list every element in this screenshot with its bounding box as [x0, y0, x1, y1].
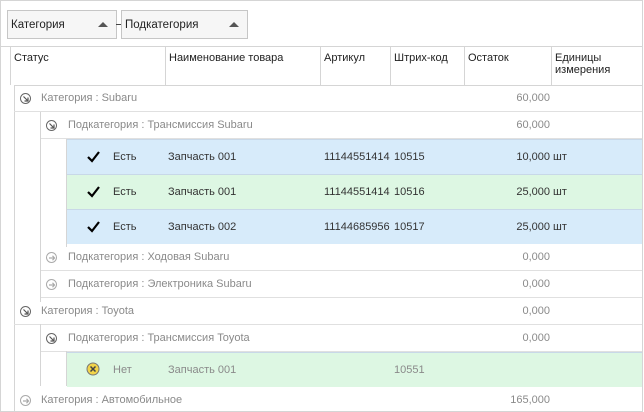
group-indent-line [66, 351, 67, 386]
collapse-icon[interactable] [20, 306, 31, 317]
collapse-icon[interactable] [46, 120, 57, 131]
group-field-label: Подкатегория [125, 19, 199, 31]
group-by-panel: Категория Подкатегория [0, 0, 643, 46]
cell-name: Запчасть 002 [168, 221, 237, 233]
cell-status: Есть [113, 151, 137, 163]
check-icon [86, 219, 102, 238]
column-header-label: Наименование товара [169, 52, 284, 64]
group-row[interactable]: Подкатегория : Электроника Subaru 0,000 [40, 271, 642, 298]
group-stock-total: 60,000 [516, 119, 550, 131]
cell-status: Есть [113, 186, 137, 198]
group-row[interactable]: Подкатегория : Ходовая Subaru 0,000 [40, 244, 642, 271]
cell-status: Нет [113, 364, 132, 376]
check-icon [86, 149, 102, 168]
group-row-caption: Подкатегория : Трансмиссия Toyota [68, 332, 250, 344]
collapse-icon[interactable] [46, 333, 57, 344]
group-row-caption: Категория : Toyota [41, 305, 135, 317]
cell-barcode: 10515 [394, 151, 425, 163]
column-header-name[interactable]: Наименование товара [166, 47, 321, 85]
group-field-category[interactable]: Категория [7, 10, 117, 39]
grid-header: Статус Наименование товара Артикул Штрих… [1, 47, 642, 86]
cell-stock: 25,000 [516, 186, 550, 198]
sort-ascending-icon[interactable] [229, 22, 239, 27]
group-stock-total: 0,000 [522, 251, 550, 263]
cell-article: 11144551414 [324, 186, 390, 198]
expand-icon[interactable] [46, 279, 57, 290]
group-row-caption: Подкатегория : Трансмиссия Subaru [68, 119, 253, 131]
group-indent-line [66, 139, 67, 247]
cell-name: Запчасть 001 [168, 186, 237, 198]
sort-ascending-icon[interactable] [98, 22, 108, 27]
cell-name: Запчасть 001 [168, 151, 237, 163]
column-header-article[interactable]: Артикул [321, 47, 391, 85]
group-field-subcategory[interactable]: Подкатегория [121, 10, 248, 39]
group-stock-total: 0,000 [522, 278, 550, 290]
expand-icon[interactable] [46, 252, 57, 263]
group-row[interactable]: Категория : Toyota 0,000 [14, 298, 642, 325]
group-stock-total: 165,000 [510, 394, 550, 406]
group-indent-line [40, 112, 41, 302]
column-header-label: Статус [14, 52, 49, 64]
group-row[interactable]: Подкатегория : Трансмиссия Subaru 60,000 [40, 112, 642, 139]
check-icon [86, 184, 102, 203]
cell-units: шт [553, 221, 567, 233]
group-stock-total: 60,000 [516, 92, 550, 104]
group-row[interactable]: Категория : Автомобильное 165,000 [14, 387, 642, 411]
group-stock-total: 0,000 [522, 332, 550, 344]
cell-barcode: 10551 [394, 364, 425, 376]
cell-units: шт [553, 186, 567, 198]
expand-icon[interactable] [20, 395, 31, 406]
group-row[interactable]: Подкатегория : Трансмиссия Toyota 0,000 [40, 325, 642, 352]
column-header-barcode[interactable]: Штрих-код [391, 47, 465, 85]
group-stock-total: 0,000 [522, 305, 550, 317]
column-header-stock[interactable]: Остаток [465, 47, 552, 85]
column-header-label: Остаток [468, 52, 509, 64]
cell-name: Запчасть 001 [168, 364, 237, 376]
cell-barcode: 10517 [394, 221, 425, 233]
group-row[interactable]: Категория : Subaru 60,000 [14, 85, 642, 112]
column-header-label: Штрих-код [394, 52, 448, 64]
header-indicator [1, 47, 11, 85]
column-header-label: Артикул [324, 52, 366, 64]
group-indent-line [40, 324, 41, 386]
group-field-label: Категория [11, 19, 65, 31]
table-row[interactable]: Есть Запчасть 001 11144551414 10516 шт 25,000 [67, 174, 642, 209]
column-header-status[interactable]: Статус [11, 47, 166, 85]
group-row-caption: Категория : Автомобильное [41, 394, 183, 406]
table-row[interactable]: Нет Запчасть 001 10551 [67, 352, 642, 387]
table-row[interactable]: Есть Запчасть 001 11144551414 10515 шт 10,000 [67, 139, 642, 174]
column-header-label: Единицы измерения [555, 52, 611, 76]
group-row-caption: Категория : Subaru [41, 92, 138, 104]
data-grid: Статус Наименование товара Артикул Штрих… [0, 46, 643, 412]
cell-article: 11144685956 [324, 221, 390, 233]
cell-units: шт [553, 151, 567, 163]
cell-barcode: 10516 [394, 186, 425, 198]
cross-circle-icon [86, 362, 102, 381]
collapse-icon[interactable] [20, 93, 31, 104]
row-indicator-column [1, 85, 15, 411]
cell-stock: 25,000 [516, 221, 550, 233]
column-header-units[interactable]: Единицы измерения [552, 47, 642, 85]
group-row-caption: Подкатегория : Ходовая Subaru [68, 251, 230, 263]
cell-stock: 10,000 [516, 151, 550, 163]
cell-article: 11144551414 [324, 151, 390, 163]
group-row-caption: Подкатегория : Электроника Subaru [68, 278, 252, 290]
cell-status: Есть [113, 221, 137, 233]
table-row[interactable]: Есть Запчасть 002 11144685956 10517 шт 25,000 [67, 209, 642, 244]
